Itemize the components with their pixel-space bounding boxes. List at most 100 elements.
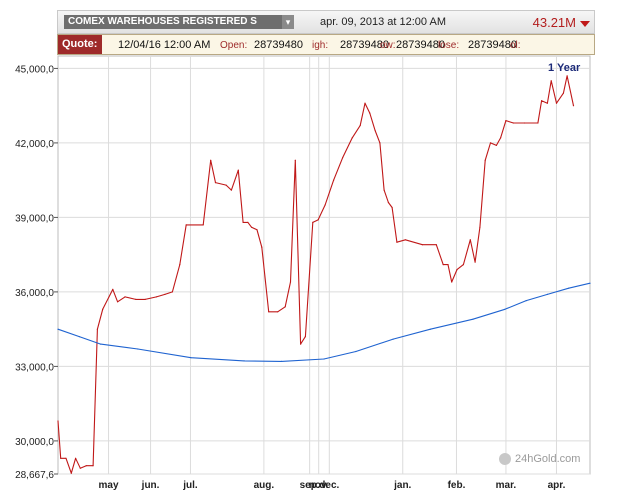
x-tick-label: apr.: [548, 480, 566, 491]
price-chart[interactable]: 45,000,0 42,000,0 39,000,0 36,000,0 33,000,0…: [0, 0, 617, 498]
moving-average-point: [429, 328, 431, 330]
price-point: [383, 189, 385, 191]
price-point: [230, 189, 232, 191]
price-point: [387, 201, 389, 204]
y-tick-label: 33,000,0: [15, 362, 54, 373]
y-tick-label: 39,000,0: [15, 213, 54, 224]
x-tick-label: jun.: [141, 480, 160, 491]
price-point: [70, 472, 72, 474]
moving-average-point: [137, 348, 139, 350]
moving-average-point: [78, 336, 80, 338]
price-point: [251, 226, 253, 228]
price-point: [572, 105, 575, 107]
price-point: [247, 221, 249, 223]
price-point: [524, 122, 526, 124]
x-tick-label: dec.: [319, 480, 339, 491]
price-point: [435, 244, 437, 246]
price-point: [289, 281, 292, 283]
price-point: [312, 221, 314, 223]
y-tick-label: 30,000,0: [15, 437, 54, 448]
price-point: [261, 246, 263, 248]
price-point: [117, 301, 119, 303]
plot-area: [57, 55, 591, 475]
price-point: [284, 306, 286, 308]
x-tick-label: feb.: [448, 480, 466, 491]
price-point: [92, 465, 94, 467]
price-point: [102, 308, 104, 310]
price-point: [541, 100, 543, 102]
price-point: [562, 92, 565, 94]
x-tick-label: jan.: [393, 480, 411, 491]
price-point: [185, 224, 187, 226]
moving-average-point: [323, 358, 325, 360]
price-point: [442, 264, 444, 266]
price-point: [451, 281, 453, 283]
moving-average-point: [355, 350, 357, 353]
price-point: [505, 120, 507, 122]
price-point: [210, 159, 212, 161]
price-point: [237, 169, 239, 171]
price-point: [256, 229, 258, 231]
price-point: [484, 159, 486, 161]
price-point: [359, 124, 361, 127]
moving-average-point: [472, 318, 474, 320]
price-point: [369, 112, 371, 114]
price-point: [112, 288, 114, 290]
price-point: [317, 219, 319, 221]
moving-average-point: [100, 343, 102, 345]
price-point: [546, 102, 549, 104]
price-point: [537, 122, 539, 124]
price-point: [75, 457, 77, 459]
x-tick-label: jul.: [182, 480, 198, 491]
price-point: [374, 129, 376, 132]
price-point: [96, 328, 98, 330]
globe-icon: [499, 453, 511, 465]
price-point: [550, 80, 552, 82]
price-point: [462, 264, 464, 266]
moving-average-point: [243, 360, 245, 362]
price-point: [268, 311, 270, 313]
price-point: [474, 261, 476, 263]
moving-average-point: [589, 282, 591, 284]
price-point: [135, 298, 137, 300]
price-point: [277, 311, 279, 313]
price-point: [404, 239, 406, 241]
x-tick-label: may: [99, 480, 119, 491]
price-point: [304, 336, 306, 338]
price-point: [342, 157, 344, 159]
price-point: [124, 296, 126, 298]
price-point: [364, 102, 366, 104]
price-point: [214, 182, 217, 184]
price-point: [512, 122, 515, 124]
price-point: [202, 224, 204, 226]
price-point: [144, 298, 146, 300]
moving-average-point: [525, 300, 527, 302]
x-tick-label: mar.: [496, 480, 517, 491]
price-point: [155, 296, 157, 298]
price-point: [294, 159, 296, 161]
price-point: [60, 457, 62, 459]
price-point: [447, 264, 449, 266]
price-point: [57, 420, 59, 422]
price-point: [396, 241, 398, 243]
price-point: [85, 465, 87, 467]
price-point: [65, 457, 67, 459]
period-selector[interactable]: 1 Year: [548, 62, 580, 74]
y-tick-label: 28,667,6: [15, 470, 54, 481]
price-point: [495, 144, 497, 146]
moving-average-point: [568, 287, 570, 289]
y-tick-label: 36,000,0: [15, 288, 54, 299]
price-point: [333, 179, 335, 181]
price-point: [479, 226, 481, 228]
x-tick-label: aug.: [254, 480, 275, 491]
y-tick-label: 45,000,0: [15, 64, 54, 75]
price-point: [456, 269, 458, 271]
moving-average-point: [546, 293, 549, 295]
watermark: 24hGold.com: [515, 453, 581, 465]
price-point: [351, 137, 353, 139]
price-point: [164, 293, 166, 295]
price-point: [391, 206, 393, 209]
price-point: [79, 467, 81, 469]
price-point: [171, 291, 173, 293]
price-point: [300, 343, 302, 345]
